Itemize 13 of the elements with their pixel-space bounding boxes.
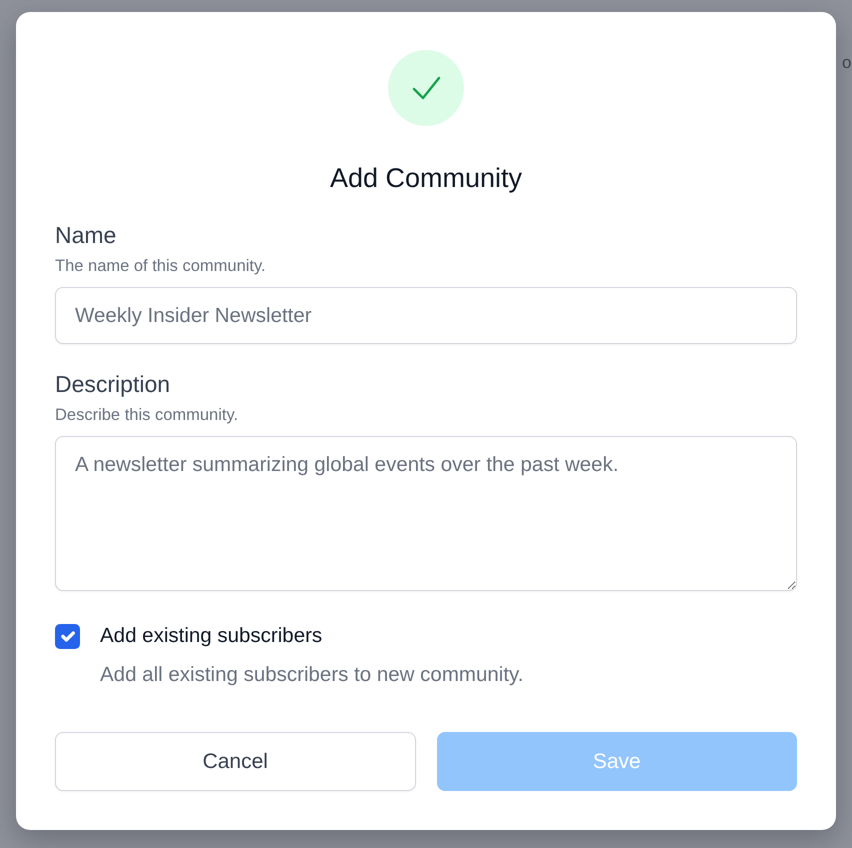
field-label: Description [55, 370, 170, 398]
check-icon [388, 50, 464, 126]
textarea-field[interactable]: A newsletter summarizing global events over the past week. [55, 436, 797, 591]
text-input-field[interactable]: Weekly Insider Newsletter [55, 287, 797, 344]
checkbox[interactable] [55, 624, 80, 649]
dialog-title: Add Community [330, 162, 522, 194]
background-text: o [842, 54, 852, 71]
checkbox-label: Add existing subscribers [100, 624, 322, 648]
field-hint: Describe this community. [55, 405, 238, 426]
field-label: Name [55, 221, 116, 249]
cancel-button[interactable]: Cancel [55, 732, 416, 791]
field-hint: The name of this community. [55, 256, 266, 277]
checkbox-hint: Add all existing subscribers to new community. [100, 662, 524, 688]
